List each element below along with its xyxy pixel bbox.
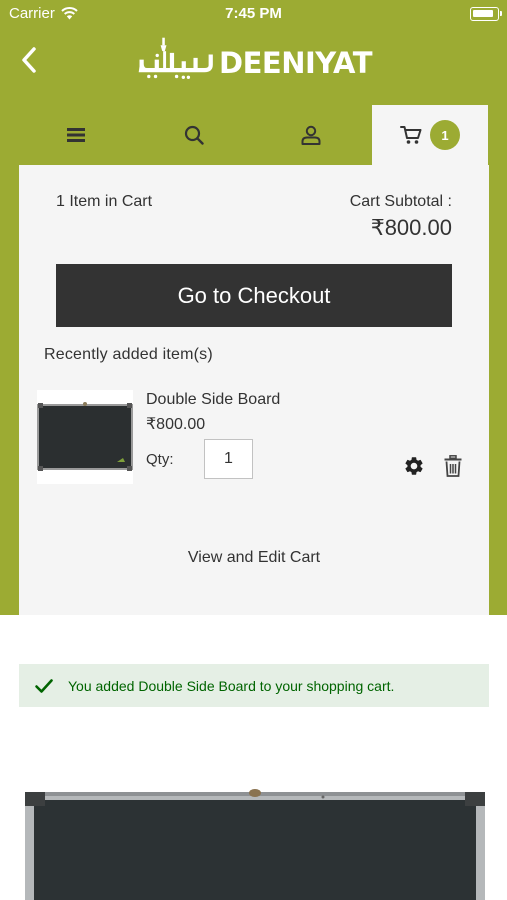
blackboard-image (37, 402, 133, 471)
success-message-text: You added Double Side Board to your shop… (68, 677, 395, 694)
recently-added-heading: Recently added item(s) (44, 346, 213, 363)
view-edit-cart-link[interactable]: View and Edit Cart (19, 549, 489, 567)
battery-icon (470, 7, 502, 21)
logo-calligraphy-mark (138, 37, 213, 79)
minicart-panel: 1 Item in Cart Cart Subtotal : ₹800.00 G… (19, 165, 489, 615)
success-message: You added Double Side Board to your shop… (19, 664, 489, 707)
cart-items-number: 1 (56, 193, 65, 210)
product-name-link[interactable]: Double Side Board (146, 391, 280, 409)
qty-input[interactable] (204, 439, 253, 479)
delete-item-button[interactable] (444, 455, 462, 477)
tab-cart[interactable]: 1 (372, 105, 488, 165)
search-icon (184, 125, 204, 145)
subtotal-label: Cart Subtotal : (349, 193, 452, 210)
tab-search[interactable] (136, 105, 252, 165)
clock: 7:45 PM (225, 5, 282, 22)
product-price: ₹800.00 (146, 416, 206, 433)
chevron-left-icon (22, 47, 36, 73)
product-thumbnail[interactable] (37, 390, 133, 484)
cart-items-count: 1 Item in Cart (56, 193, 152, 211)
qty-label: Qty: (146, 451, 174, 468)
user-icon (301, 125, 321, 145)
tab-account[interactable] (253, 105, 369, 165)
back-button[interactable] (14, 42, 50, 78)
tab-menu[interactable] (18, 105, 134, 165)
cart-items-text: Item in Cart (69, 193, 153, 210)
checkout-button[interactable]: Go to Checkout (56, 264, 452, 327)
logo-text: DEENIYAT (219, 45, 372, 80)
gear-icon (405, 457, 423, 475)
product-main-image (25, 789, 485, 900)
site-logo[interactable]: DEENIYAT (137, 30, 372, 85)
trash-icon (444, 455, 462, 477)
edit-item-button[interactable] (403, 455, 425, 477)
hamburger-icon (67, 128, 85, 142)
checkmark-icon (35, 678, 53, 693)
cart-count-badge: 1 (430, 120, 460, 150)
cart-icon (400, 126, 422, 144)
status-bar: Carrier 7:45 PM (0, 0, 507, 28)
subtotal-value: ₹800.00 (370, 215, 452, 240)
